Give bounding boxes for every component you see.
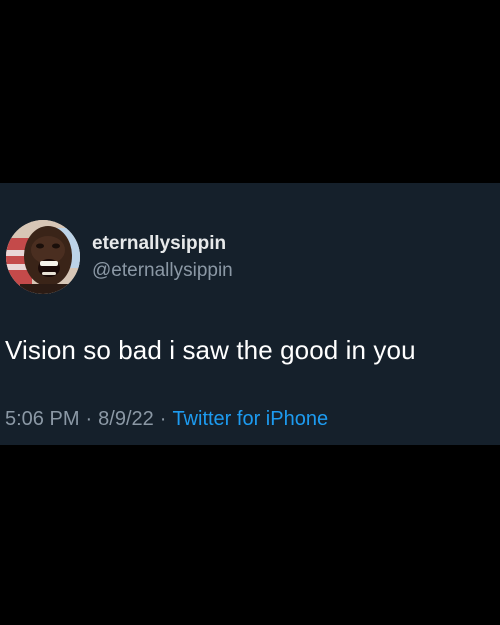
tweet-metadata: 5:06 PM · 8/9/22 · Twitter for iPhone xyxy=(5,408,328,431)
avatar[interactable] xyxy=(6,220,80,294)
tweet-text: Vision so bad i saw the good in you xyxy=(5,335,416,365)
separator-dot: · xyxy=(85,408,93,430)
tweet-card: eternallysippin @eternallysippin Vision … xyxy=(0,183,500,445)
profile-photo-icon xyxy=(6,220,80,294)
user-handle[interactable]: @eternallysippin xyxy=(92,260,233,282)
display-name[interactable]: eternallysippin xyxy=(92,233,226,255)
separator-dot: · xyxy=(159,408,167,430)
tweet-source-link[interactable]: Twitter for iPhone xyxy=(172,408,328,430)
tweet-time[interactable]: 5:06 PM xyxy=(5,408,79,430)
tweet-date[interactable]: 8/9/22 xyxy=(98,408,154,430)
